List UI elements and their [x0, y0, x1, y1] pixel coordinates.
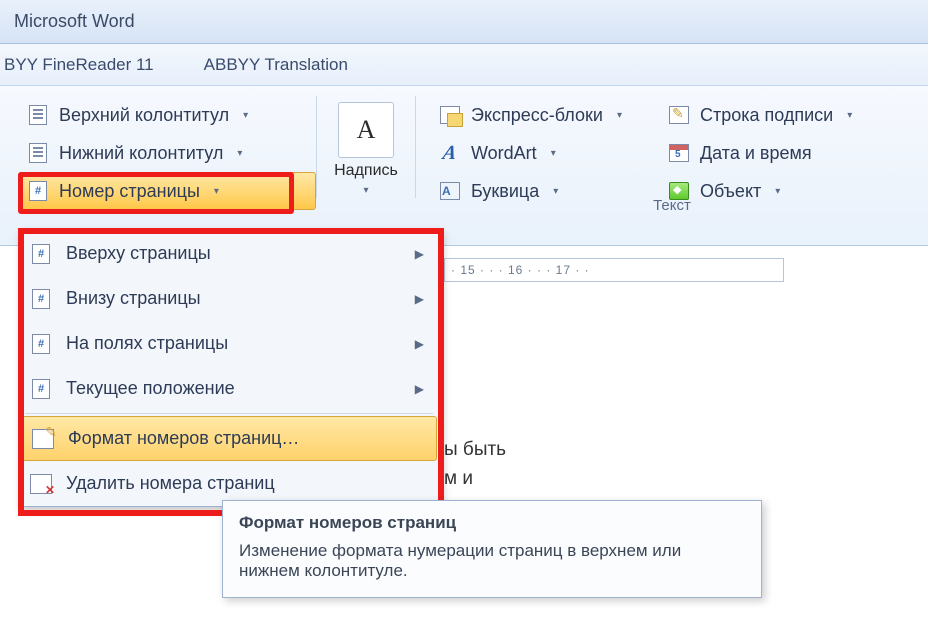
addin-translation[interactable]: ABBYY Translation: [204, 55, 348, 75]
tooltip-title: Формат номеров страниц: [239, 513, 745, 533]
tooltip: Формат номеров страниц Изменение формата…: [222, 500, 762, 598]
delete-icon: [30, 473, 52, 495]
wordart-icon: A: [439, 142, 461, 164]
header-label: Верхний колонтитул: [59, 105, 229, 126]
document-text: ы быть м и: [444, 436, 506, 493]
ribbon-group-text: Экспресс-блоки ▾ A WordArt ▾ Буквица ▾ С: [416, 96, 928, 210]
app-title: Microsoft Word: [14, 11, 135, 32]
menu-format-page-numbers[interactable]: Формат номеров страниц…: [21, 416, 437, 461]
dropdown-arrow-icon: ▾: [775, 186, 780, 197]
express-blocks-button[interactable]: Экспресс-блоки ▾: [430, 96, 631, 134]
menu-current-label: Текущее положение: [66, 378, 235, 399]
menu-remove-label: Удалить номера страниц: [66, 473, 275, 494]
dropdown-arrow-icon: ▾: [243, 110, 248, 121]
submenu-arrow-icon: ▶: [415, 247, 424, 261]
addin-finereader[interactable]: BYY FineReader 11: [4, 55, 154, 75]
ribbon: Верхний колонтитул ▾ Нижний колонтитул ▾…: [0, 86, 928, 246]
title-bar: Microsoft Word: [0, 0, 928, 44]
group-text-label: Текст: [416, 197, 928, 214]
calendar-icon: [668, 142, 690, 164]
doc-line-1: ы быть: [444, 436, 506, 465]
doc-line-2: м и: [444, 465, 506, 494]
submenu-arrow-icon: ▶: [415, 292, 424, 306]
dropdown-arrow-icon: ▾: [237, 148, 242, 159]
horizontal-ruler[interactable]: · 15 · · · 16 · · · 17 · ·: [444, 258, 784, 282]
header-button[interactable]: Верхний колонтитул ▾: [18, 96, 316, 134]
footer-icon: [27, 142, 49, 164]
signature-line-button[interactable]: Строка подписи ▾: [659, 96, 861, 134]
menu-top-label: Вверху страницы: [66, 243, 211, 264]
page-number-dropdown: # Вверху страницы ▶ # Внизу страницы ▶ #…: [18, 230, 440, 507]
textbox-label: Надпись: [327, 162, 405, 180]
ruler-ticks: · 15 · · · 16 · · · 17 · ·: [451, 263, 590, 277]
ribbon-group-textbox: A Надпись ▾: [316, 96, 416, 198]
footer-label: Нижний колонтитул: [59, 143, 223, 164]
signature-label: Строка подписи: [700, 105, 833, 126]
express-blocks-label: Экспресс-блоки: [471, 105, 603, 126]
dropdown-arrow-icon: ▾: [553, 186, 558, 197]
page-icon: #: [30, 243, 52, 265]
header-icon: [27, 104, 49, 126]
dropdown-arrow-icon: ▾: [617, 110, 622, 121]
ribbon-group-headerfooter: Верхний колонтитул ▾ Нижний колонтитул ▾…: [0, 96, 316, 210]
page-number-label: Номер страницы: [59, 181, 200, 202]
menu-bottom-of-page[interactable]: # Внизу страницы ▶: [19, 276, 439, 321]
express-blocks-icon: [439, 104, 461, 126]
dropdown-arrow-icon: ▾: [214, 186, 219, 197]
page-number-button[interactable]: # Номер страницы ▾: [18, 172, 316, 210]
dropdown-arrow-icon: ▾: [551, 148, 556, 159]
submenu-arrow-icon: ▶: [415, 337, 424, 351]
page-icon: #: [30, 333, 52, 355]
dropdown-arrow-icon: ▾: [847, 110, 852, 121]
page-number-icon: #: [27, 180, 49, 202]
menu-page-margins[interactable]: # На полях страницы ▶: [19, 321, 439, 366]
page-icon: #: [30, 288, 52, 310]
textbox-icon[interactable]: A: [338, 102, 394, 158]
signature-icon: [668, 104, 690, 126]
datetime-label: Дата и время: [700, 143, 812, 164]
tooltip-body: Изменение формата нумерации страниц в ве…: [239, 541, 745, 581]
menu-format-label: Формат номеров страниц…: [68, 428, 299, 449]
menu-top-of-page[interactable]: # Вверху страницы ▶: [19, 231, 439, 276]
submenu-arrow-icon: ▶: [415, 382, 424, 396]
dropdown-arrow-icon: ▾: [363, 185, 368, 196]
menu-bottom-label: Внизу страницы: [66, 288, 201, 309]
footer-button[interactable]: Нижний колонтитул ▾: [18, 134, 316, 172]
format-icon: [32, 428, 54, 450]
menu-separator: [25, 413, 433, 414]
menu-margins-label: На полях страницы: [66, 333, 228, 354]
datetime-button[interactable]: Дата и время: [659, 134, 861, 172]
wordart-button[interactable]: A WordArt ▾: [430, 134, 631, 172]
page-icon: #: [30, 378, 52, 400]
addins-row: BYY FineReader 11 ABBYY Translation: [0, 44, 928, 86]
menu-current-position[interactable]: # Текущее положение ▶: [19, 366, 439, 411]
wordart-label: WordArt: [471, 143, 537, 164]
